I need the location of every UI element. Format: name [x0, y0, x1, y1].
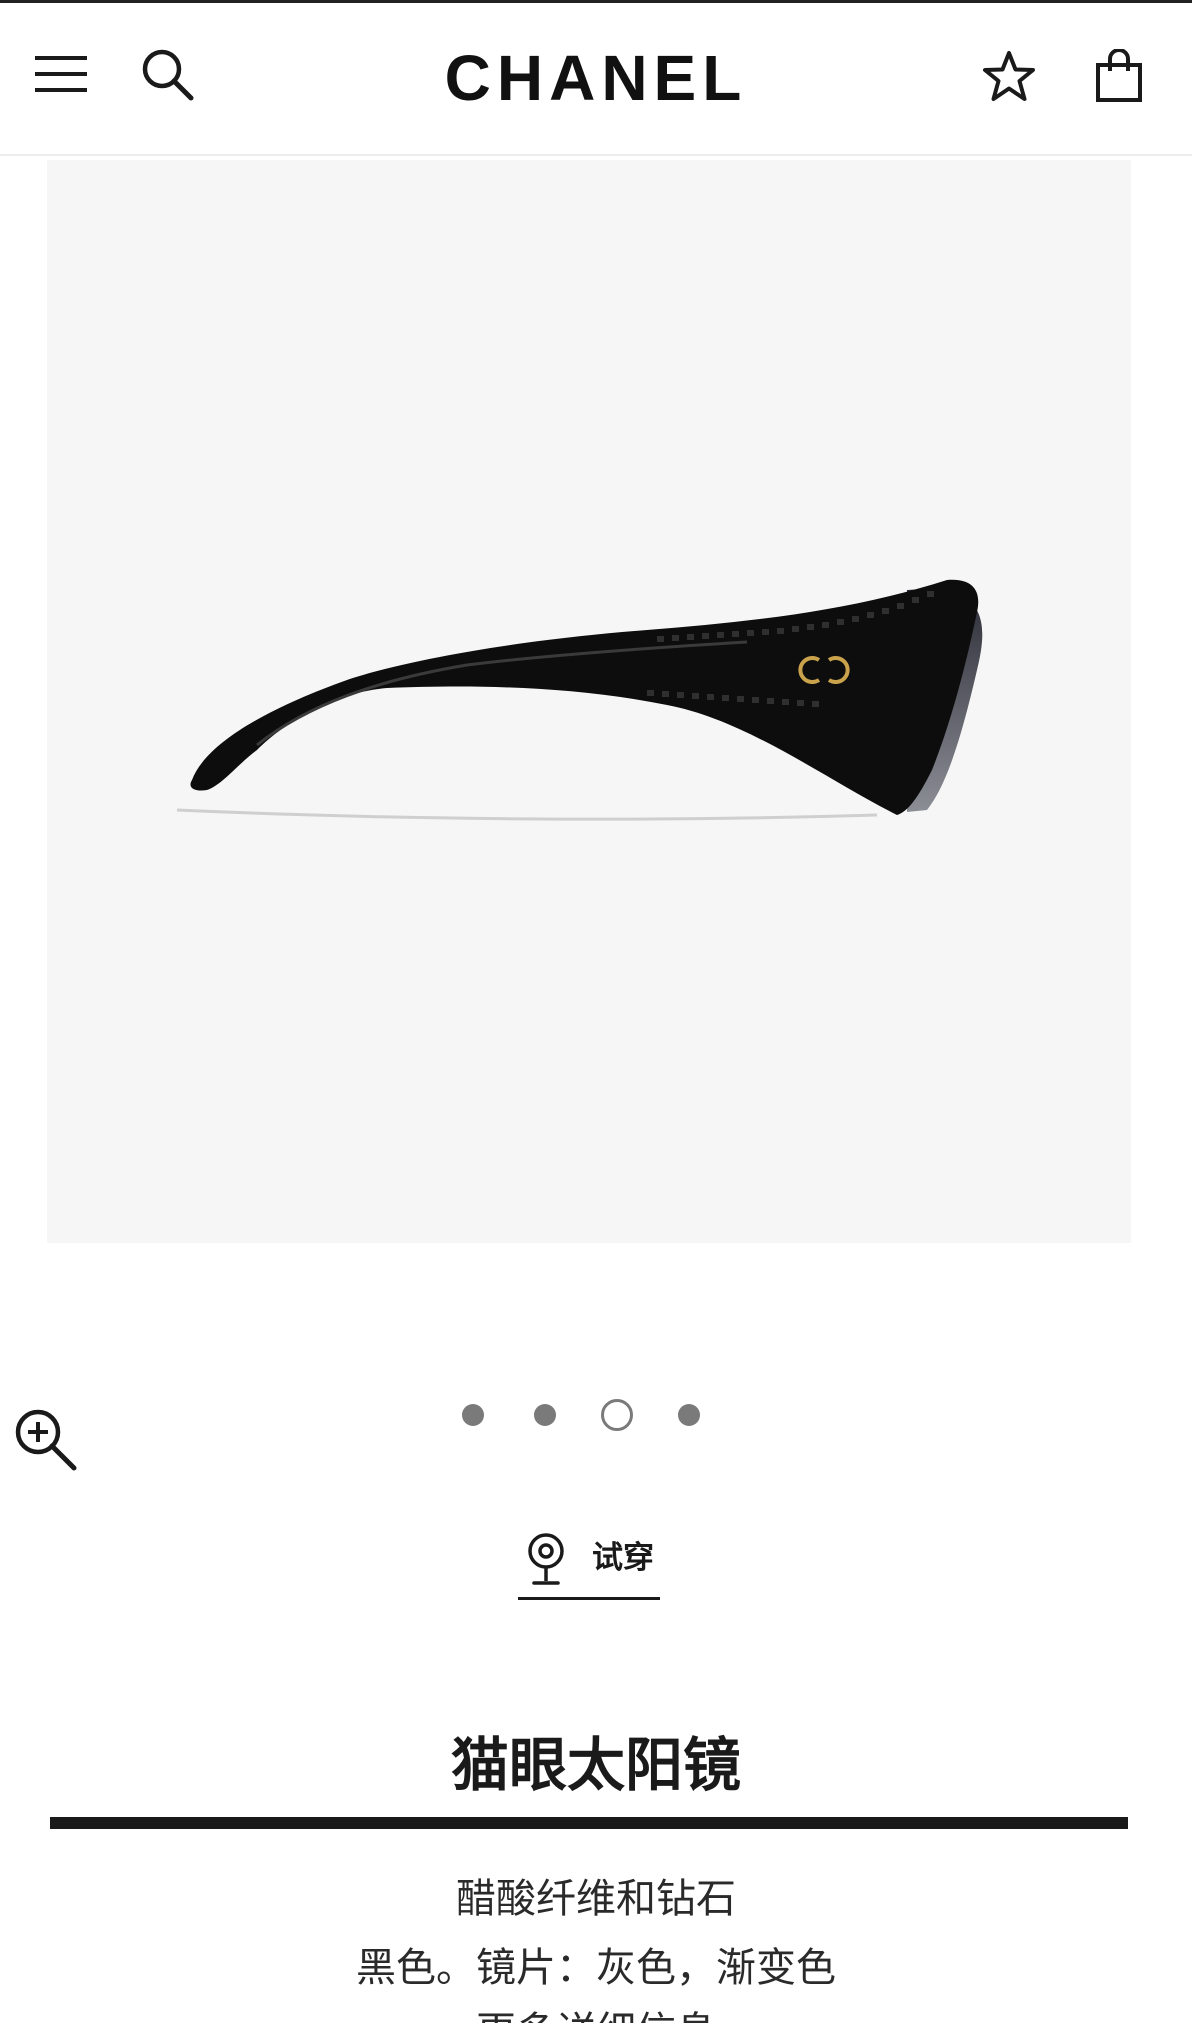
carousel-dot-2[interactable]	[534, 1404, 556, 1426]
carousel-dot-3[interactable]	[601, 1399, 633, 1431]
product-color: 黑色。镜片：灰色，渐变色	[356, 1945, 836, 1991]
carousel-dot-4[interactable]	[678, 1404, 700, 1426]
product-page: CHANEL 试穿 猫眼太阳镜 醋酸纤维和钻石 黑色。镜片：灰色，渐变色	[0, 0, 1192, 2023]
product-title: 猫眼太阳镜	[450, 1731, 741, 1799]
zoom-button[interactable]	[12, 1406, 80, 1474]
menu-button[interactable]	[30, 43, 92, 105]
more-details-link[interactable]: 更多详细信息	[0, 2005, 1192, 2023]
title-divider	[50, 1817, 1128, 1829]
site-header: CHANEL	[0, 3, 1192, 156]
try-on-label: 试穿	[592, 1540, 654, 1576]
sunglasses-side-view	[176, 579, 983, 821]
search-icon	[142, 49, 194, 101]
zoom-in-icon	[15, 1409, 77, 1471]
carousel-indicators	[462, 1397, 722, 1433]
location-pin-icon	[528, 1533, 564, 1585]
try-on-button[interactable]: 试穿	[518, 1528, 660, 1600]
menu-icon	[35, 56, 87, 92]
carousel-dot-1[interactable]	[462, 1404, 484, 1426]
brand-logo[interactable]: CHANEL	[396, 43, 796, 113]
shopping-bag-button[interactable]	[1086, 43, 1152, 109]
wishlist-button[interactable]	[976, 43, 1042, 109]
search-button[interactable]	[136, 43, 198, 105]
star-icon	[983, 51, 1035, 101]
product-image[interactable]	[47, 160, 1131, 1243]
shopping-bag-icon	[1096, 49, 1142, 102]
product-material: 醋酸纤维和钻石	[456, 1876, 736, 1922]
